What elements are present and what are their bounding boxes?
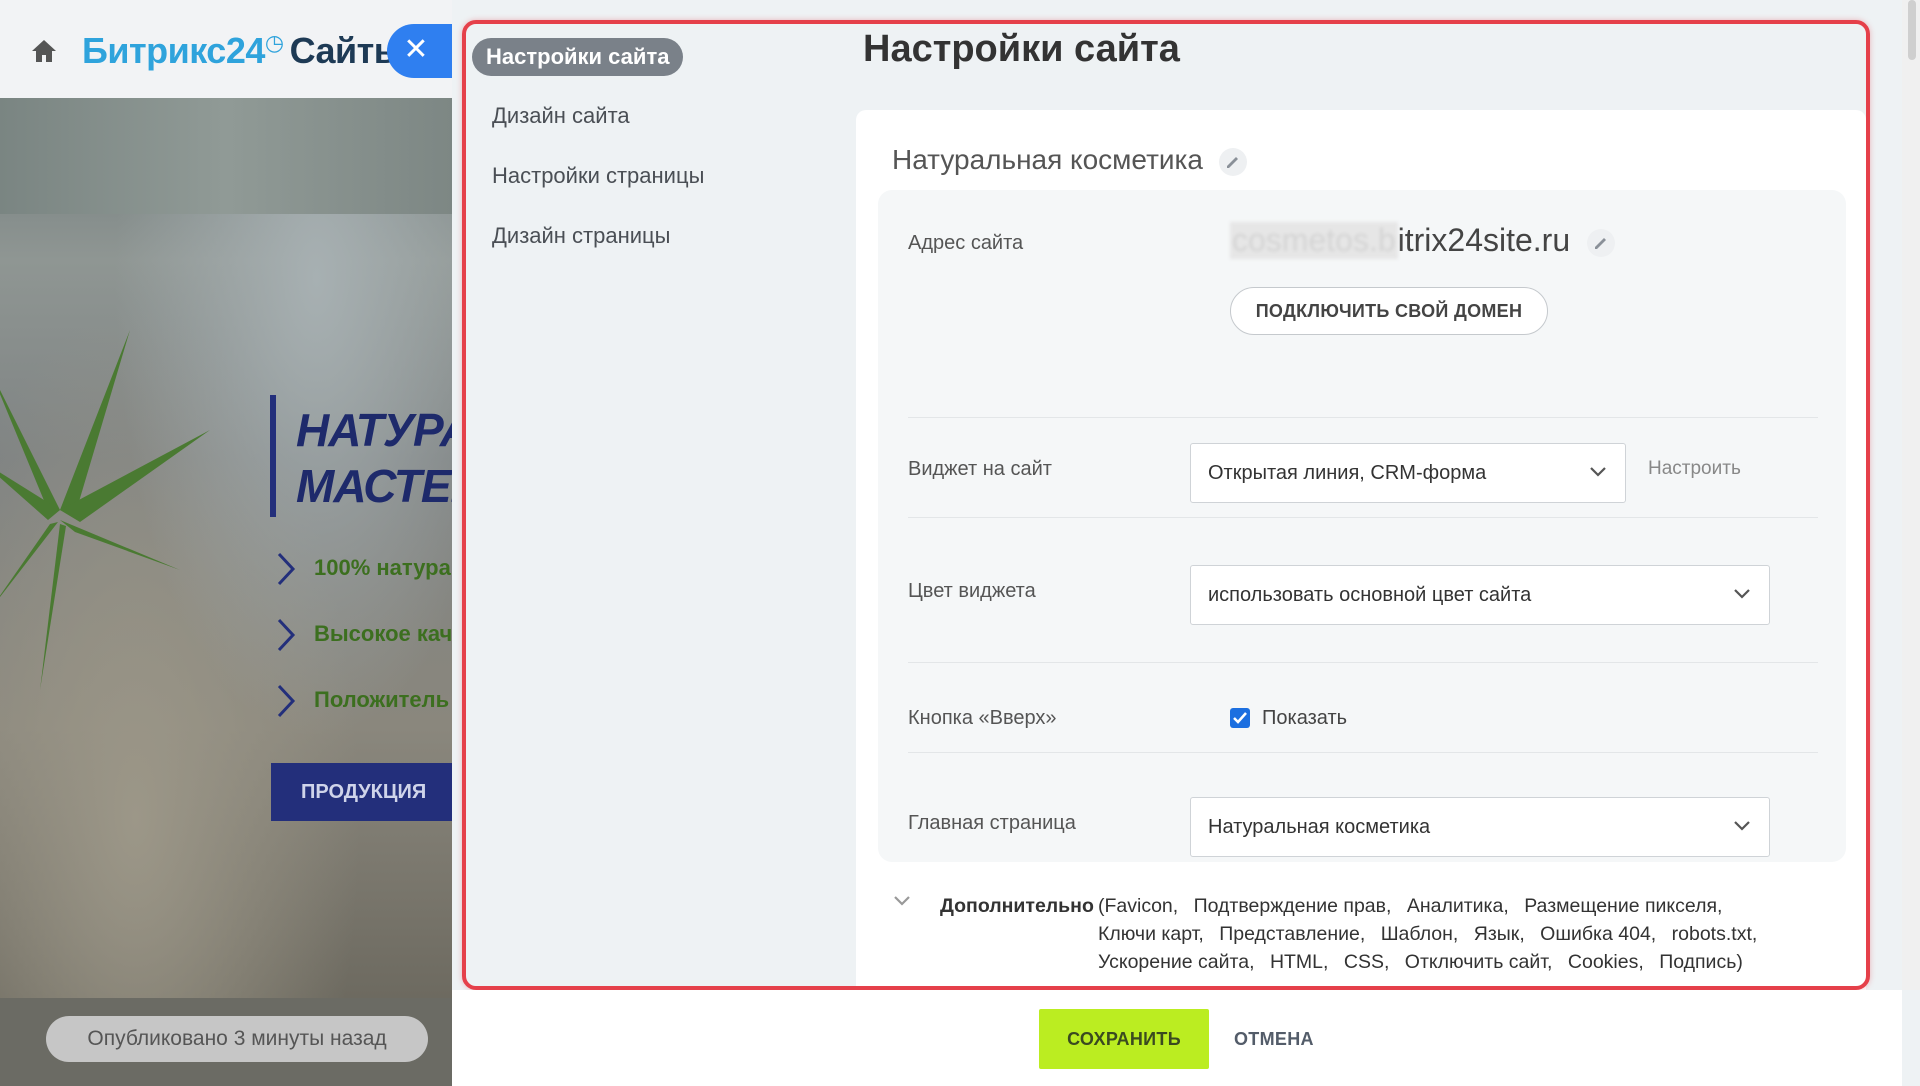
pencil-icon[interactable] bbox=[1218, 147, 1247, 176]
hero-bar bbox=[270, 395, 276, 517]
sidebar-item-site-settings[interactable]: Настройки сайта bbox=[472, 38, 684, 76]
chevron-down-icon bbox=[1734, 589, 1750, 599]
sidebar-item-page-settings[interactable]: Настройки страницы bbox=[472, 156, 842, 196]
additional-title[interactable]: Дополнительно bbox=[940, 892, 1094, 920]
divider bbox=[908, 662, 1818, 663]
additional-item: Язык, bbox=[1473, 923, 1525, 945]
site-preview-background: Битрикс24◷Сайты НАТУРА МАСТЕР 100% натур… bbox=[0, 0, 452, 1086]
site-name-text: Натуральная косметика bbox=[892, 144, 1203, 175]
main-settings-block: Адрес сайта cosmetos.bitrix24site.ru ПОД… bbox=[878, 190, 1846, 862]
preview-bullet: Высокое кач bbox=[276, 618, 452, 652]
page-title: Настройки сайта bbox=[863, 28, 1180, 70]
additional-item: Аналитика, bbox=[1406, 895, 1509, 917]
scrollbar-thumb[interactable] bbox=[1908, 0, 1916, 60]
connect-domain-button[interactable]: ПОДКЛЮЧИТЬ СВОЙ ДОМЕН bbox=[1230, 287, 1548, 335]
chevron-down-icon bbox=[1734, 821, 1750, 831]
close-slider-button[interactable]: ✕ bbox=[387, 24, 453, 78]
preview-products-button: ПРОДУКЦИЯ bbox=[271, 763, 452, 821]
preview-header: Битрикс24◷ Сайты bbox=[0, 0, 452, 98]
bullet-text: Положитель bbox=[314, 686, 450, 712]
pencil-icon[interactable] bbox=[1587, 228, 1616, 257]
settings-card: Натуральная косметика Адрес сайта cosmet… bbox=[856, 110, 1866, 990]
widget-configure-link[interactable]: Настроить bbox=[1648, 458, 1741, 480]
scrollbar[interactable] bbox=[1902, 0, 1920, 990]
divider bbox=[908, 417, 1818, 418]
domain-text: itrix24site.ru bbox=[1397, 222, 1571, 258]
additional-item: Отключить сайт, bbox=[1404, 951, 1553, 973]
main-page-select-value: Натуральная косметика bbox=[1208, 816, 1431, 838]
widget-select-value: Открытая линия, CRM-форма bbox=[1208, 462, 1487, 484]
chevron-right-icon bbox=[277, 552, 296, 586]
main-page-select[interactable]: Натуральная косметика bbox=[1190, 797, 1770, 857]
address-label: Адрес сайта bbox=[908, 232, 1024, 254]
additional-item: Шаблон, bbox=[1380, 923, 1459, 945]
sidebar-item-page-design[interactable]: Дизайн страницы bbox=[472, 216, 842, 256]
home-icon[interactable] bbox=[30, 38, 58, 64]
additional-item: Подпись) bbox=[1659, 951, 1743, 973]
hero-line-2: МАСТЕР bbox=[296, 460, 452, 512]
widget-color-select[interactable]: использовать основной цвет сайта bbox=[1190, 565, 1770, 625]
bullet-text: Высокое кач bbox=[314, 620, 452, 646]
additional-item: robots.txt, bbox=[1671, 923, 1758, 945]
clock-icon: ◷ bbox=[264, 30, 284, 55]
preview-bullet: 100% натура bbox=[276, 552, 451, 586]
bitrix24-logo: Битрикс24◷ Сайты bbox=[82, 30, 405, 72]
chevron-right-icon bbox=[277, 684, 296, 718]
chevron-down-icon bbox=[1590, 467, 1606, 477]
site-name-heading: Натуральная косметика bbox=[892, 144, 1247, 176]
divider bbox=[908, 517, 1818, 518]
close-icon: ✕ bbox=[403, 33, 429, 66]
additional-item: Представление, bbox=[1219, 923, 1366, 945]
preview-band bbox=[0, 98, 452, 214]
show-up-button-label[interactable]: Показать bbox=[1262, 707, 1347, 730]
additional-item: (Favicon, bbox=[1098, 895, 1179, 917]
additional-item: Cookies, bbox=[1567, 951, 1644, 973]
additional-item: Ошибка 404, bbox=[1540, 923, 1657, 945]
widget-color-select-value: использовать основной цвет сайта bbox=[1208, 584, 1532, 606]
cancel-button[interactable]: ОТМЕНА bbox=[1234, 1009, 1314, 1069]
show-up-button-checkbox[interactable] bbox=[1230, 708, 1250, 728]
published-status-badge: Опубликовано 3 минуты назад bbox=[46, 1016, 428, 1062]
logo-main-text: Битрикс24 bbox=[82, 30, 265, 71]
widget-color-label: Цвет виджета bbox=[908, 580, 1036, 602]
bullet-text: 100% натура bbox=[314, 554, 451, 580]
up-button-label: Кнопка «Вверх» bbox=[908, 707, 1057, 729]
save-button[interactable]: СОХРАНИТЬ bbox=[1039, 1009, 1209, 1069]
additional-item: CSS, bbox=[1343, 951, 1390, 973]
divider bbox=[908, 752, 1818, 753]
sidebar-item-site-design[interactable]: Дизайн сайта bbox=[472, 96, 842, 136]
preview-bullet: Положитель bbox=[276, 684, 449, 718]
additional-item: HTML, bbox=[1269, 951, 1329, 973]
additional-item: Ключи карт, bbox=[1098, 923, 1204, 945]
chevron-down-icon[interactable] bbox=[892, 894, 912, 908]
additional-item: Подтверждение прав, bbox=[1193, 895, 1392, 917]
widget-select[interactable]: Открытая линия, CRM-форма bbox=[1190, 443, 1626, 503]
additional-item: Ускорение сайта, bbox=[1098, 951, 1255, 973]
check-icon bbox=[1233, 712, 1247, 724]
widget-label: Виджет на сайт bbox=[908, 458, 1052, 480]
leaf-icon bbox=[0, 330, 210, 690]
site-address: cosmetos.bitrix24site.ru bbox=[1230, 222, 1616, 259]
additional-items: (Favicon, Подтверждение прав, Аналитика,… bbox=[1098, 892, 1838, 976]
blurred-subdomain: cosmetos.b bbox=[1230, 222, 1398, 259]
settings-sidebar: Настройки сайта Дизайн сайта Настройки с… bbox=[472, 38, 842, 276]
chevron-right-icon bbox=[277, 618, 296, 652]
hero-line-1: НАТУРА bbox=[296, 404, 452, 456]
additional-item: Размещение пикселя, bbox=[1524, 895, 1723, 917]
main-page-label: Главная страница bbox=[908, 812, 1076, 834]
